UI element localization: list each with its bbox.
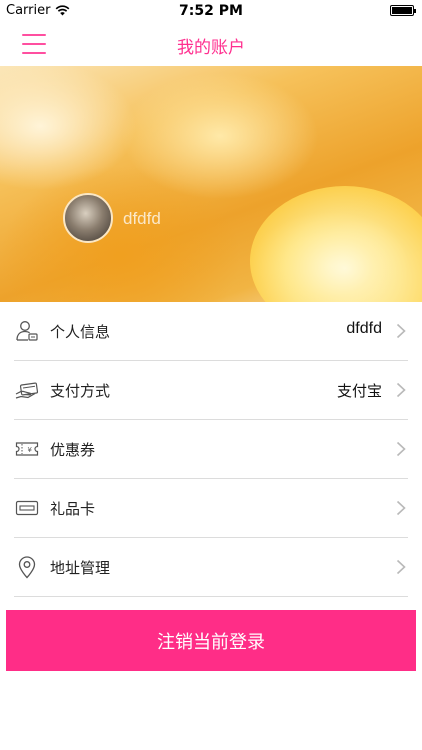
menu-item-label: 个人信息 bbox=[50, 323, 111, 341]
payment-card-hand-icon bbox=[15, 382, 39, 399]
chevron-right-icon bbox=[396, 559, 406, 575]
page-title: 我的账户 bbox=[177, 38, 245, 58]
nav-bar: 我的账户 bbox=[0, 22, 422, 66]
menu-item-label: 支付方式 bbox=[50, 382, 111, 400]
menu-item-payment-method[interactable]: 支付方式 支付宝 bbox=[0, 361, 422, 420]
logout-button[interactable]: 注销当前登录 bbox=[6, 610, 416, 671]
menu-item-value: 支付宝 bbox=[336, 382, 382, 400]
coupon-ticket-icon: ¥ bbox=[15, 442, 39, 456]
menu-item-coupons[interactable]: ¥ 优惠券 bbox=[0, 420, 422, 479]
battery-icon bbox=[390, 5, 416, 16]
avatar[interactable] bbox=[63, 193, 113, 243]
account-menu-list: 个人信息 dfdfd 支付方式 支付宝 ¥ 优惠券 礼品卡 地址管理 bbox=[0, 302, 422, 597]
person-id-icon bbox=[16, 321, 38, 341]
status-bar: Carrier 7:52 PM bbox=[0, 0, 422, 22]
menu-item-value: dfdfd bbox=[346, 320, 382, 337]
chevron-right-icon bbox=[396, 441, 406, 457]
chevron-right-icon bbox=[396, 382, 406, 398]
banner-lemon-decoration bbox=[250, 186, 422, 302]
menu-item-address-management[interactable]: 地址管理 bbox=[0, 538, 422, 597]
menu-item-personal-info[interactable]: 个人信息 dfdfd bbox=[0, 302, 422, 361]
chevron-right-icon bbox=[396, 323, 406, 339]
chevron-right-icon bbox=[396, 500, 406, 516]
profile-banner: dfdfd bbox=[0, 66, 422, 302]
menu-item-label: 礼品卡 bbox=[50, 500, 96, 518]
profile-username: dfdfd bbox=[123, 209, 161, 228]
svg-text:¥: ¥ bbox=[28, 446, 33, 454]
menu-item-label: 地址管理 bbox=[50, 559, 111, 577]
menu-item-gift-card[interactable]: 礼品卡 bbox=[0, 479, 422, 538]
location-pin-icon bbox=[18, 556, 36, 579]
gift-card-icon bbox=[15, 500, 39, 516]
status-time: 7:52 PM bbox=[179, 3, 243, 19]
menu-item-label: 优惠券 bbox=[50, 441, 96, 459]
